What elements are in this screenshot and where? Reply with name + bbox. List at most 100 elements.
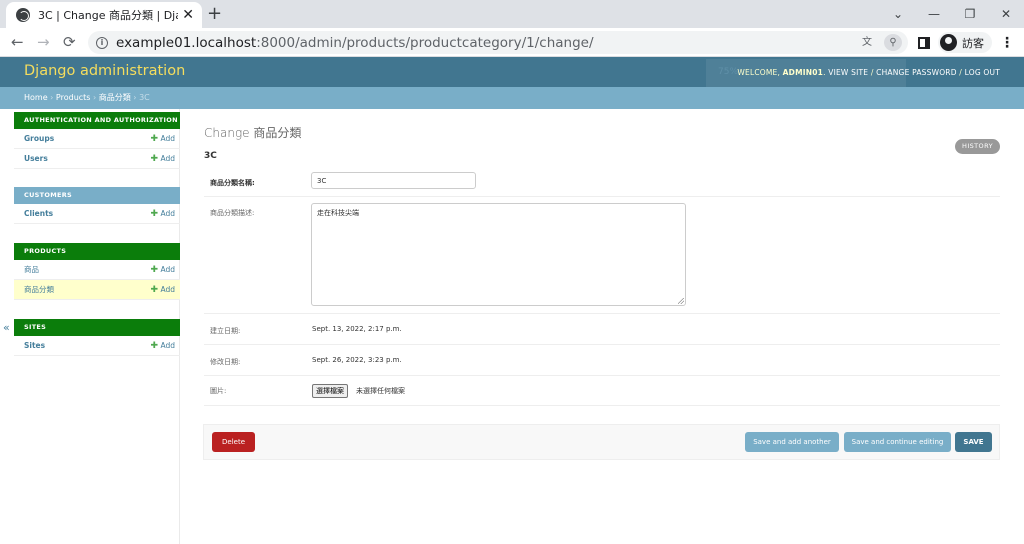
name-label: 商品分類名稱: (210, 179, 255, 187)
modified-value: Sept. 26, 2022, 3:23 p.m. (312, 356, 402, 364)
page-title: Change 商品分類 (204, 126, 302, 140)
zoom-level: 75% (718, 67, 739, 77)
tab-search-icon[interactable]: ⌄ (880, 7, 916, 21)
back-icon[interactable]: ← (11, 33, 24, 51)
site-header: Django administration 75% WELCOME, ADMIN… (0, 57, 1024, 87)
module-products: PRODUCTS 商品 ✚ Add 商品分類 ✚ Add (14, 243, 180, 300)
browser-tab-bar: 3C | Change 商品分類 | Django ✕ + ⌄ — ❐ ✕ (0, 0, 1024, 28)
breadcrumb-home[interactable]: Home (24, 93, 48, 102)
welcome-text: WELCOME, (737, 68, 781, 77)
module-caption-products[interactable]: PRODUCTS (14, 243, 180, 260)
close-icon[interactable]: ✕ (182, 8, 194, 22)
url-host: example01.localhost (116, 34, 257, 51)
save-add-another-button[interactable]: Save and add another (745, 432, 839, 452)
module-caption-sites[interactable]: SITES (14, 319, 180, 336)
user-tools: WELCOME, ADMIN01. VIEW SITE / CHANGE PAS… (737, 68, 1000, 77)
sidebar-link-products[interactable]: 商品 (24, 264, 39, 275)
menu-icon[interactable]: ⋮ (1000, 35, 1014, 51)
submit-row: Delete Save and add another Save and con… (203, 424, 1000, 460)
plus-icon: ✚ (150, 133, 159, 144)
sidebar-link-users[interactable]: Users (24, 154, 48, 163)
translate-icon[interactable]: 文 (858, 34, 876, 51)
profile-button[interactable]: 訪客 (938, 32, 992, 53)
avatar-icon (940, 34, 957, 51)
sidebar-item-users: Users ✚ Add (14, 149, 180, 169)
view-site-link[interactable]: VIEW SITE (828, 68, 868, 77)
field-row-created: 建立日期: Sept. 13, 2022, 2:17 p.m. (204, 314, 1000, 345)
add-products-link[interactable]: ✚ Add (151, 265, 175, 275)
forward-icon[interactable]: → (37, 33, 50, 51)
save-continue-button[interactable]: Save and continue editing (844, 432, 951, 452)
sidebar-item-clients: Clients ✚ Add (14, 204, 180, 224)
breadcrumb-products[interactable]: Products (56, 93, 91, 102)
module-auth: AUTHENTICATION AND AUTHORIZATION Groups … (14, 112, 180, 169)
sidebar-item-category: 商品分類 ✚ Add (14, 280, 180, 300)
globe-icon (16, 8, 30, 22)
plus-icon: ✚ (150, 284, 159, 295)
breadcrumb-category[interactable]: 商品分類 (99, 93, 131, 102)
profile-name: 訪客 (962, 36, 984, 50)
sidebar-link-groups[interactable]: Groups (24, 134, 54, 143)
image-label: 圖片: (210, 387, 227, 395)
breadcrumb: Home › Products › 商品分類 › 3C (0, 87, 1024, 109)
plus-icon: ✚ (150, 208, 159, 219)
field-row-name: 商品分類名稱: 3C (204, 169, 1000, 197)
sidebar-item-groups: Groups ✚ Add (14, 129, 180, 149)
plus-icon: ✚ (150, 153, 159, 164)
name-input[interactable]: 3C (311, 172, 476, 189)
module-customers: CUSTOMERS Clients ✚ Add (14, 187, 180, 224)
add-category-link[interactable]: ✚ Add (151, 285, 175, 295)
module-sites: SITES Sites ✚ Add (14, 319, 180, 356)
object-title: 3C (204, 151, 217, 161)
collapse-icon: « (3, 321, 10, 334)
field-row-description: 商品分類描述: 走在科技尖端 (204, 197, 1000, 314)
logout-link[interactable]: LOG OUT (965, 68, 1000, 77)
created-value: Sept. 13, 2022, 2:17 p.m. (312, 325, 402, 333)
info-icon[interactable]: i (96, 36, 108, 49)
breadcrumb-current: 3C (139, 93, 150, 102)
nav-sidebar: AUTHENTICATION AND AUTHORIZATION Groups … (14, 109, 180, 544)
minimize-icon[interactable]: — (916, 7, 952, 21)
window-controls: ⌄ — ❐ ✕ (880, 0, 1024, 28)
description-textarea[interactable]: 走在科技尖端 (311, 203, 686, 306)
choose-file-button[interactable]: 選擇檔案 (312, 384, 348, 398)
sidebar-toggle[interactable]: « (0, 109, 14, 544)
file-status: 未選擇任何檔案 (356, 387, 405, 395)
site-branding[interactable]: Django administration (24, 63, 185, 79)
address-bar: ← → ⟳ i example01.localhost:8000/admin/p… (0, 28, 1024, 57)
add-sites-link[interactable]: ✚ Add (151, 341, 175, 351)
history-button[interactable]: HISTORY (955, 139, 1000, 154)
save-button[interactable]: SAVE (955, 432, 992, 452)
new-tab-button[interactable]: + (207, 4, 222, 24)
modified-label: 修改日期: (210, 358, 241, 366)
reload-icon[interactable]: ⟳ (63, 33, 76, 51)
plus-icon: ✚ (150, 264, 159, 275)
browser-tab[interactable]: 3C | Change 商品分類 | Django ✕ (6, 2, 202, 28)
content-main: Change 商品分類 3C HISTORY 商品分類名稱: 3C 商品分類描述… (180, 109, 1024, 544)
sidebar-link-category[interactable]: 商品分類 (24, 284, 54, 295)
close-window-icon[interactable]: ✕ (988, 7, 1024, 21)
tab-title: 3C | Change 商品分類 | Django (38, 9, 178, 22)
zoom-icon[interactable]: ⚲ (884, 34, 902, 51)
created-label: 建立日期: (210, 327, 241, 335)
field-row-image: 圖片: 選擇檔案 未選擇任何檔案 (204, 376, 1000, 406)
sidebar-item-products: 商品 ✚ Add (14, 260, 180, 280)
url-field[interactable]: i example01.localhost:8000/admin/product… (88, 31, 908, 54)
plus-icon: ✚ (150, 340, 159, 351)
add-clients-link[interactable]: ✚ Add (151, 209, 175, 219)
sidebar-link-clients[interactable]: Clients (24, 209, 53, 218)
side-panel-icon[interactable] (918, 36, 930, 49)
description-label: 商品分類描述: (210, 209, 255, 217)
sidebar-link-sites[interactable]: Sites (24, 341, 45, 350)
change-password-link[interactable]: CHANGE PASSWORD (876, 68, 957, 77)
username: ADMIN01 (782, 68, 824, 77)
add-users-link[interactable]: ✚ Add (151, 154, 175, 164)
sidebar-item-sites: Sites ✚ Add (14, 336, 180, 356)
module-caption-auth[interactable]: AUTHENTICATION AND AUTHORIZATION (14, 112, 180, 129)
module-caption-customers[interactable]: CUSTOMERS (14, 187, 180, 204)
url-path: :8000/admin/products/productcategory/1/c… (256, 34, 594, 51)
delete-button[interactable]: Delete (212, 432, 255, 452)
restore-icon[interactable]: ❐ (952, 7, 988, 21)
field-row-modified: 修改日期: Sept. 26, 2022, 3:23 p.m. (204, 345, 1000, 376)
add-groups-link[interactable]: ✚ Add (151, 134, 175, 144)
